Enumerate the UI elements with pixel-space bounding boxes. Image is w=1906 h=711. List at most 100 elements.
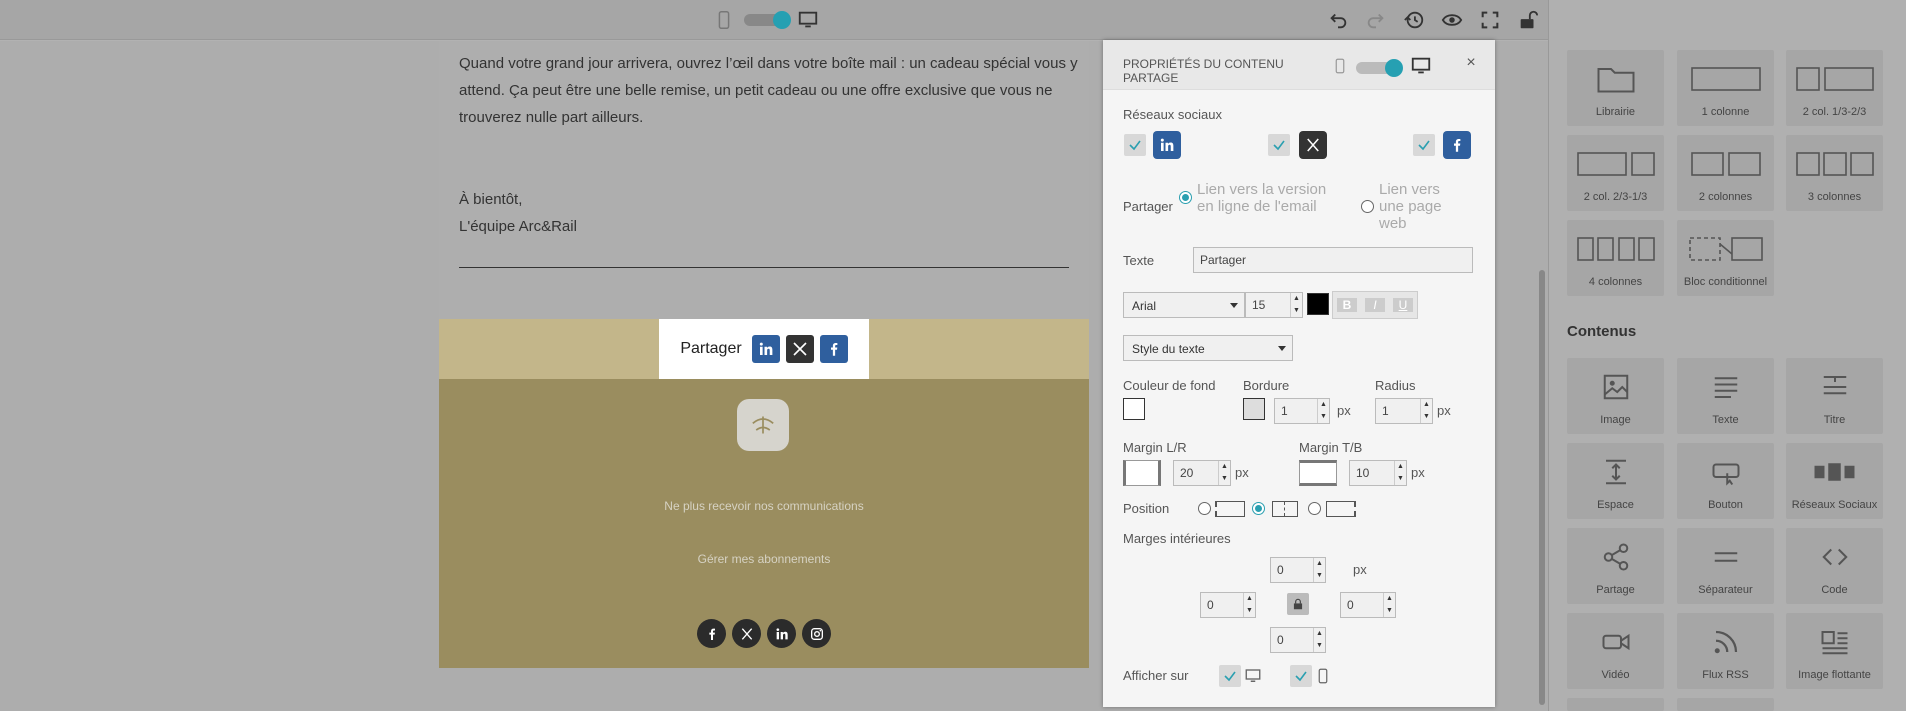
- font-select[interactable]: Arial: [1123, 292, 1245, 318]
- tile-label: Image: [1600, 414, 1631, 426]
- margin-lr-value: 20: [1180, 466, 1194, 480]
- canvas-scrollbar[interactable]: [1539, 270, 1545, 705]
- tile-library[interactable]: Librairie: [1567, 50, 1664, 126]
- tile-label: 2 col. 1/3-2/3: [1802, 106, 1867, 118]
- online-version-option[interactable]: Lien vers la version en ligne de l'email: [1197, 181, 1347, 215]
- margin-tb-stepper[interactable]: 10 ▲ ▼: [1349, 460, 1407, 486]
- tile-share[interactable]: Partage: [1567, 528, 1664, 604]
- lock-icon: [1293, 598, 1303, 610]
- italic-button[interactable]: I: [1365, 298, 1385, 312]
- floating-image-icon: [1821, 631, 1847, 655]
- font-size-stepper[interactable]: 15 ▲ ▼: [1245, 292, 1303, 318]
- tile-social-networks[interactable]: Réseaux Sociaux: [1786, 443, 1883, 519]
- mobile-icon: [1314, 667, 1332, 688]
- contents-section-title: Contenus: [1567, 323, 1637, 340]
- facebook-icon[interactable]: [697, 619, 726, 648]
- tile-rss-feed[interactable]: Flux RSS: [1677, 613, 1774, 689]
- redo-icon[interactable]: [1364, 8, 1388, 32]
- tile-label: Bouton: [1708, 499, 1743, 511]
- tile-button[interactable]: Bouton: [1677, 443, 1774, 519]
- unlock-icon[interactable]: [1516, 8, 1540, 32]
- unsubscribe-link[interactable]: Ne plus recevoir nos communications: [439, 499, 1089, 513]
- tile-3-columns[interactable]: 3 colonnes: [1786, 135, 1883, 211]
- x-icon[interactable]: [732, 619, 761, 648]
- padding-bottom-stepper[interactable]: 0 ▲ ▼: [1270, 627, 1326, 653]
- preview-icon[interactable]: [1440, 8, 1464, 32]
- top-toolbar: [0, 0, 1548, 40]
- share-box[interactable]: Partager: [659, 319, 869, 379]
- show-mobile-checkbox[interactable]: [1290, 665, 1312, 687]
- linkedin-icon[interactable]: [751, 335, 780, 363]
- position-center-radio[interactable]: [1252, 502, 1265, 515]
- text-color-swatch[interactable]: [1307, 293, 1329, 315]
- check-icon: [1129, 140, 1141, 151]
- share-block[interactable]: Partager: [439, 319, 1089, 379]
- tile-separator[interactable]: Séparateur: [1677, 528, 1774, 604]
- margin-tb-label: Margin T/B: [1299, 440, 1363, 455]
- history-icon[interactable]: [1402, 8, 1426, 32]
- tile-space[interactable]: Espace: [1567, 443, 1664, 519]
- social-networks-icon: [1814, 463, 1855, 481]
- margin-lr-stepper[interactable]: 20 ▲ ▼: [1173, 460, 1231, 486]
- panel-view-toggle[interactable]: [1356, 59, 1403, 77]
- padding-left-stepper[interactable]: 0 ▲ ▼: [1200, 592, 1256, 618]
- underline-button[interactable]: U: [1393, 298, 1413, 312]
- desktop-icon[interactable]: [1410, 55, 1432, 80]
- tile-text[interactable]: Texte: [1677, 358, 1774, 434]
- linkedin-checkbox[interactable]: [1124, 134, 1146, 156]
- tile-1-column[interactable]: 1 colonne: [1677, 50, 1774, 126]
- tile-more[interactable]: [1677, 698, 1774, 711]
- view-toggle[interactable]: [744, 11, 791, 29]
- share-mode-label: Partager: [1123, 199, 1173, 214]
- mobile-icon[interactable]: [712, 8, 736, 32]
- desktop-icon[interactable]: [796, 8, 820, 32]
- tile-2-col-1-3-2-3[interactable]: 2 col. 1/3-2/3: [1786, 50, 1883, 126]
- padding-top-stepper[interactable]: 0 ▲ ▼: [1270, 557, 1326, 583]
- tile-image[interactable]: Image: [1567, 358, 1664, 434]
- tile-title[interactable]: Titre: [1786, 358, 1883, 434]
- tile-video[interactable]: Vidéo: [1567, 613, 1664, 689]
- facebook-icon[interactable]: [819, 335, 848, 363]
- tile-label: Image flottante: [1798, 669, 1871, 681]
- tile-floating-image[interactable]: Image flottante: [1786, 613, 1883, 689]
- border-color-swatch[interactable]: [1243, 398, 1265, 420]
- padding-right-stepper[interactable]: 0 ▲ ▼: [1340, 592, 1396, 618]
- tile-2-col-2-3-1-3[interactable]: 2 col. 2/3-1/3: [1567, 135, 1664, 211]
- text-style-select[interactable]: Style du texte: [1123, 335, 1293, 361]
- facebook-checkbox[interactable]: [1413, 134, 1435, 156]
- two-columns-icon: [1690, 152, 1761, 176]
- web-page-option[interactable]: Lien vers une page web: [1379, 181, 1469, 232]
- tile-code[interactable]: Code: [1786, 528, 1883, 604]
- x-icon[interactable]: [785, 335, 814, 363]
- tile-label: Librairie: [1595, 106, 1636, 118]
- position-right-radio[interactable]: [1308, 502, 1321, 515]
- email-paragraph[interactable]: Quand votre grand jour arrivera, ouvrez …: [459, 50, 1079, 131]
- close-icon[interactable]: ×: [1463, 54, 1479, 72]
- manage-subscriptions-link[interactable]: Gérer mes abonnements: [439, 552, 1089, 566]
- web-page-radio[interactable]: [1361, 200, 1374, 213]
- tile-label: 3 colonnes: [1807, 191, 1862, 203]
- tile-more[interactable]: [1567, 698, 1664, 711]
- instagram-icon[interactable]: [802, 619, 831, 648]
- tile-2-columns[interactable]: 2 colonnes: [1677, 135, 1774, 211]
- tile-conditional-block[interactable]: Bloc conditionnel: [1677, 220, 1774, 296]
- fullscreen-icon[interactable]: [1478, 8, 1502, 32]
- linkedin-icon[interactable]: [767, 619, 796, 648]
- background-color-swatch[interactable]: [1123, 398, 1145, 420]
- lock-padding-button[interactable]: [1287, 593, 1309, 615]
- undo-icon[interactable]: [1326, 8, 1350, 32]
- bold-button[interactable]: B: [1337, 298, 1357, 312]
- online-version-radio[interactable]: [1179, 191, 1192, 204]
- x-checkbox[interactable]: [1268, 134, 1290, 156]
- radius-label: Radius: [1375, 378, 1416, 393]
- social-networks-label: Réseaux sociaux: [1123, 107, 1222, 122]
- position-left-radio[interactable]: [1198, 502, 1211, 515]
- share-icon: [1603, 543, 1628, 571]
- radius-stepper[interactable]: 1 ▲ ▼: [1375, 398, 1433, 424]
- tile-4-columns[interactable]: 4 colonnes: [1567, 220, 1664, 296]
- share-label: Partager: [680, 340, 742, 357]
- show-desktop-checkbox[interactable]: [1219, 665, 1241, 687]
- share-text-input[interactable]: Partager: [1193, 247, 1473, 273]
- mobile-icon[interactable]: [1331, 57, 1349, 78]
- border-width-stepper[interactable]: 1 ▲ ▼: [1274, 398, 1330, 424]
